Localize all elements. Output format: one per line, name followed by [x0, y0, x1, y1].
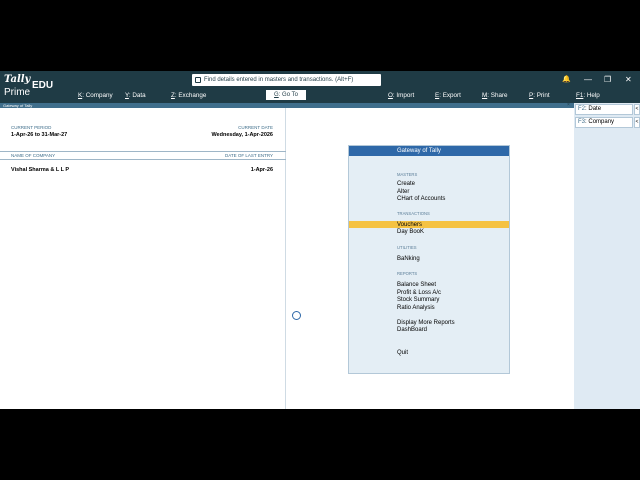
menu-help[interactable]: F1: Help: [576, 92, 600, 99]
menu-item-day-book[interactable]: Day BooK: [397, 229, 424, 235]
gateway-menu: Gateway of Tally MASTERS Create Alter CH…: [348, 145, 510, 374]
date-button[interactable]: F2: Date: [575, 104, 633, 115]
menu-company[interactable]: K: Company: [78, 92, 113, 99]
last-entry-label: DATE OF LAST ENTRY: [224, 153, 273, 158]
menu-item-dashboard[interactable]: DashBoard: [397, 327, 427, 333]
search-placeholder: Find details entered in masters and tran…: [204, 77, 354, 83]
bell-icon[interactable]: 🔔: [562, 75, 571, 83]
minimize-icon[interactable]: —: [584, 75, 592, 84]
company-button[interactable]: F3: Company: [575, 117, 633, 128]
menu-item-chart-of-accounts[interactable]: CHart of Accounts: [397, 196, 445, 202]
company-info-pane: CURRENT PERIOD 1-Apr-26 to 31-Mar-27 CUR…: [0, 108, 286, 409]
company-name[interactable]: Vishal Sharma & L L P: [11, 167, 69, 173]
menu-item-banking[interactable]: BaNking: [397, 256, 420, 262]
menu-exchange[interactable]: Z: Exchange: [171, 92, 206, 99]
menu-item-balance-sheet[interactable]: Balance Sheet: [397, 282, 436, 288]
menu-item-profit-loss[interactable]: Profit & Loss A/c: [397, 290, 441, 296]
search-box[interactable]: Find details entered in masters and tran…: [192, 74, 381, 86]
current-date-label: CURRENT DATE: [238, 125, 273, 130]
prime-logo-text: Prime: [4, 87, 31, 98]
expand-arrow-icon[interactable]: <: [634, 117, 640, 128]
menu-share[interactable]: M: Share: [482, 92, 508, 99]
selected-item-highlight: [349, 221, 509, 228]
menu-import[interactable]: O: Import: [388, 92, 414, 99]
expand-arrow-icon[interactable]: <: [634, 104, 640, 115]
section-transactions: TRANSACTIONS: [397, 211, 430, 216]
current-period-value: 1-Apr-26 to 31-Mar-27: [11, 132, 68, 138]
menu-item-vouchers[interactable]: Vouchers: [397, 222, 422, 228]
menu-item-create[interactable]: Create: [397, 181, 415, 187]
top-header: Tally Prime EDU Find details entered in …: [0, 71, 640, 103]
section-utilities: UTILITIES: [397, 245, 417, 250]
loading-cursor-icon: [292, 311, 301, 320]
screen-close-icon[interactable]: ×: [567, 103, 570, 108]
menu-goto[interactable]: G: Go To: [266, 90, 306, 100]
menu-data[interactable]: Y: Data: [125, 92, 146, 99]
menu-item-quit[interactable]: Quit: [397, 350, 408, 356]
menu-export[interactable]: E: Export: [435, 92, 461, 99]
gateway-title: Gateway of Tally: [349, 146, 509, 156]
menu-item-stock-summary[interactable]: Stock Summary: [397, 297, 439, 303]
edition-label: EDU: [32, 80, 54, 91]
menu-item-ratio-analysis[interactable]: Ratio Analysis: [397, 305, 435, 311]
divider: [0, 159, 286, 160]
section-reports: REPORTS: [397, 271, 418, 276]
divider: [0, 151, 286, 152]
menu-item-display-more-reports[interactable]: Display More Reports: [397, 320, 455, 326]
menu-print[interactable]: P: Print: [529, 92, 550, 99]
section-masters: MASTERS: [397, 172, 418, 177]
company-name-label: NAME OF COMPANY: [11, 153, 56, 158]
screen: Tally Prime EDU Find details entered in …: [0, 0, 640, 480]
current-date-value: Wednesday, 1-Apr-2026: [211, 132, 273, 138]
close-icon[interactable]: ✕: [625, 75, 632, 84]
current-period-label: CURRENT PERIOD: [11, 125, 52, 130]
tally-window: Tally Prime EDU Find details entered in …: [0, 71, 640, 409]
tally-logo-text: Tally: [4, 74, 31, 85]
last-entry-date: 1-Apr-26: [250, 167, 273, 173]
restore-icon[interactable]: ❐: [604, 75, 611, 84]
menu-item-alter[interactable]: Alter: [397, 189, 409, 195]
search-icon: [195, 77, 201, 83]
right-button-bar: F2: Date < F3: Company <: [574, 103, 640, 409]
